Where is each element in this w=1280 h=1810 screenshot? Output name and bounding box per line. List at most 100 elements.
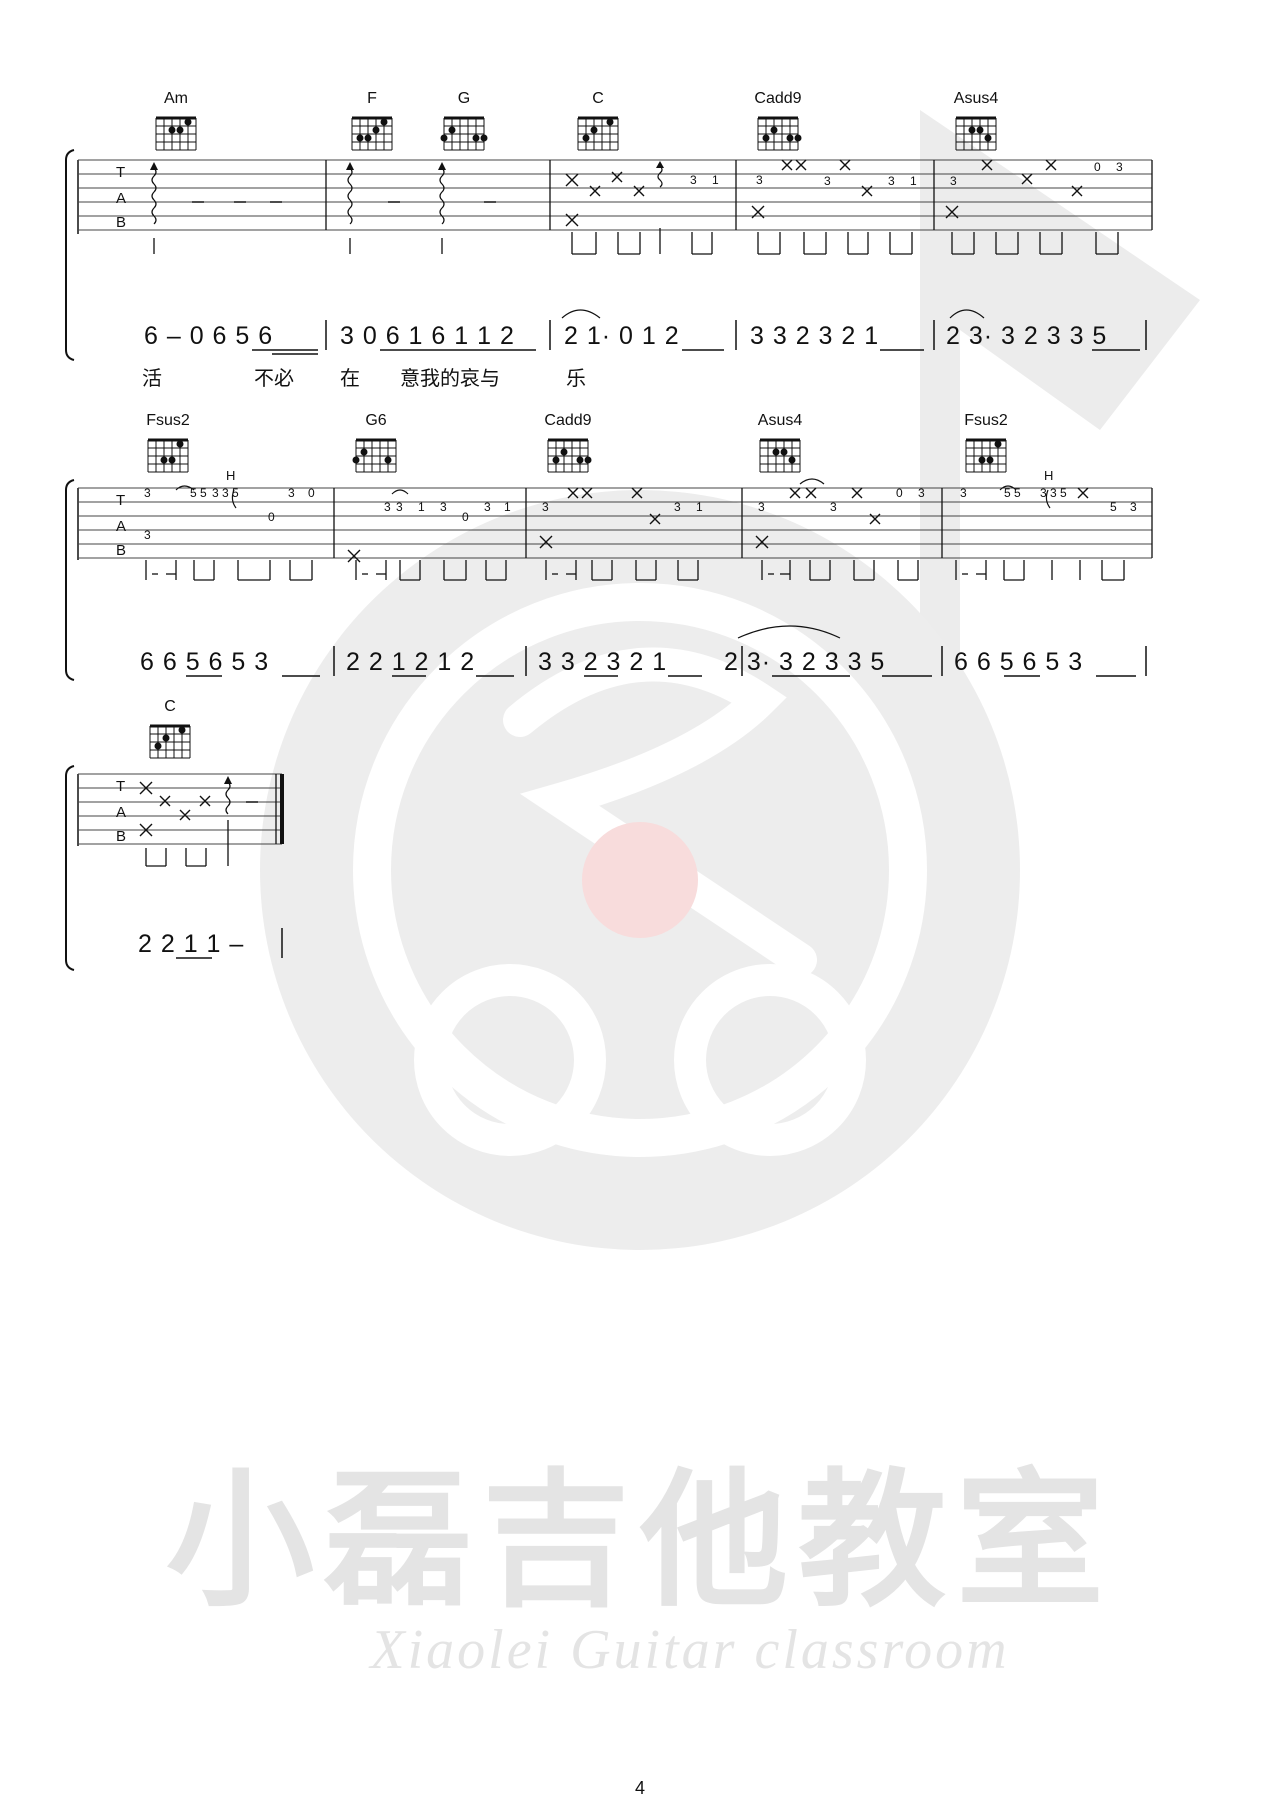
jianpu-row-3: 2 2 1 1 – — [0, 930, 1280, 962]
chord-diagram-asus4: Asus4 — [952, 90, 1000, 154]
chord-diagram-c: C — [574, 90, 622, 154]
fret-number: 3 — [212, 486, 219, 500]
fret-number: 3 — [830, 500, 837, 514]
fret-number: 3 — [1040, 486, 1047, 500]
fret-number: 3 — [542, 500, 549, 514]
lyric: 意我的哀与 — [400, 368, 500, 390]
jianpu-measure: 3 3 2 3 2 1 — [750, 322, 880, 350]
lyric: 不必 — [254, 368, 294, 390]
fret-number: 3 — [144, 528, 151, 542]
fret-number: 0 — [308, 486, 315, 500]
chord-diagram-g: G — [440, 90, 488, 154]
fret-number: 3 — [1050, 486, 1057, 500]
jianpu-measure: 2 1· 0 1 2 — [564, 322, 680, 350]
fret-number: 3 — [756, 173, 763, 187]
fretboard-grid — [155, 116, 197, 151]
chord-diagram-cadd9: Cadd9 — [544, 412, 592, 476]
chord-name: F — [367, 90, 377, 107]
fret-number: 3 — [690, 173, 697, 187]
tab-clef-a: A — [116, 804, 127, 821]
chord-diagram-c: C — [146, 698, 194, 762]
tab-clef-a: A — [116, 190, 127, 207]
tab-clef-t: T — [116, 778, 126, 795]
fret-number: 3 — [222, 486, 229, 500]
jianpu-row-2: 6 6 5 6 5 3 2 2 1 2 1 2 3 3 2 3 2 1 2 3·… — [0, 648, 1280, 680]
jianpu-measure: 6 – 0 6 5 6 — [144, 322, 274, 350]
fret-number: 3 — [1130, 500, 1137, 514]
tab-clef-a: A — [116, 518, 127, 535]
jianpu-measure: 2 3· 3 2 3 3 5 — [724, 648, 886, 676]
fret-number: 3 — [384, 500, 391, 514]
fret-number: 3 — [396, 500, 403, 514]
jianpu-measure: 2 2 1 2 1 2 — [346, 648, 476, 676]
chord-diagram-am: Am — [152, 90, 200, 154]
chord-name: Cadd9 — [754, 90, 802, 107]
chord-name: Asus4 — [953, 90, 999, 107]
chord-name: G — [457, 90, 471, 107]
fret-number: 0 — [896, 486, 903, 500]
lyric-row-1: 活 不必 在 意我的哀与 乐 — [0, 362, 1280, 390]
jianpu-measure: 3 0 6 1 6 1 1 2 — [340, 322, 515, 350]
lyric: 在 — [340, 368, 360, 390]
fret-number: 1 — [696, 500, 703, 514]
chord-name: C — [164, 698, 176, 715]
fret-number: 3 — [1116, 160, 1123, 174]
chord-name: Fsus2 — [146, 412, 190, 429]
lyric: 活 — [142, 368, 162, 390]
chord-diagram-fsus2: Fsus2 — [962, 412, 1010, 476]
fret-number: 1 — [910, 174, 917, 188]
fret-number: 3 — [918, 486, 925, 500]
fret-number: 1 — [418, 500, 425, 514]
fret-number: 0 — [462, 510, 469, 524]
tab-clef-b: B — [116, 828, 127, 845]
fret-number: 5 — [1060, 486, 1067, 500]
hammer-on-mark: H — [226, 468, 236, 483]
chord-diagram-cadd9: Cadd9 — [754, 90, 802, 154]
fret-number: 3 — [758, 500, 765, 514]
fret-number: 3 — [960, 486, 967, 500]
fret-number: 1 — [712, 173, 719, 187]
chord-name: C — [592, 90, 604, 107]
fret-number: 3 — [440, 500, 447, 514]
hammer-on-mark: H — [1044, 468, 1054, 483]
tab-clef-t: T — [116, 492, 126, 509]
lyric: 乐 — [566, 368, 586, 390]
chord-diagram-asus4: Asus4 — [756, 412, 804, 476]
fret-number: 5 — [190, 486, 197, 500]
chord-diagram-f: F — [348, 90, 396, 154]
chord-diagram-fsus2: Fsus2 — [144, 412, 192, 476]
chord-name: Am — [164, 90, 188, 107]
tab-clef-b: B — [116, 542, 127, 559]
fret-number: 5 — [232, 486, 239, 500]
fret-number: 3 — [674, 500, 681, 514]
chord-name: Asus4 — [757, 412, 803, 429]
page-number: 4 — [634, 1778, 645, 1798]
watermark-title: 小磊吉他教室 — [166, 1455, 1114, 1627]
tab-clef-t: T — [116, 164, 126, 181]
fret-number: 0 — [1094, 160, 1101, 174]
fret-number: 5 — [200, 486, 207, 500]
chord-name: Cadd9 — [544, 412, 592, 429]
chord-name: G6 — [365, 412, 387, 429]
fret-number: 5 — [1110, 500, 1117, 514]
watermark-subtitle: Xiaolei Guitar classroom — [370, 1619, 1010, 1681]
fret-number: 0 — [268, 510, 275, 524]
jianpu-measure: 2 2 1 1 – — [138, 930, 245, 958]
jianpu-measure: 2 3· 3 2 3 3 5 — [946, 322, 1108, 350]
jianpu-measure: 6 6 5 6 5 3 — [954, 648, 1084, 676]
fret-number: 3 — [950, 174, 957, 188]
fret-number: 3 — [144, 486, 151, 500]
tab-clef-b: B — [116, 214, 127, 231]
jianpu-row-1: 6 – 0 6 5 6 3 0 6 1 6 1 1 2 2 1· 0 1 2 3… — [0, 322, 1280, 354]
fret-number: 3 — [888, 174, 895, 188]
fret-number: 3 — [288, 486, 295, 500]
fret-number: 5 — [1004, 486, 1011, 500]
fret-number: 3 — [824, 174, 831, 188]
fret-number: 1 — [504, 500, 511, 514]
chord-name: Fsus2 — [964, 412, 1008, 429]
jianpu-measure: 6 6 5 6 5 3 — [140, 648, 270, 676]
fret-number: 5 — [1014, 486, 1021, 500]
fret-number: 3 — [484, 500, 491, 514]
jianpu-measure: 3 3 2 3 2 1 — [538, 648, 668, 676]
chord-diagram-g6: G6 — [352, 412, 400, 476]
